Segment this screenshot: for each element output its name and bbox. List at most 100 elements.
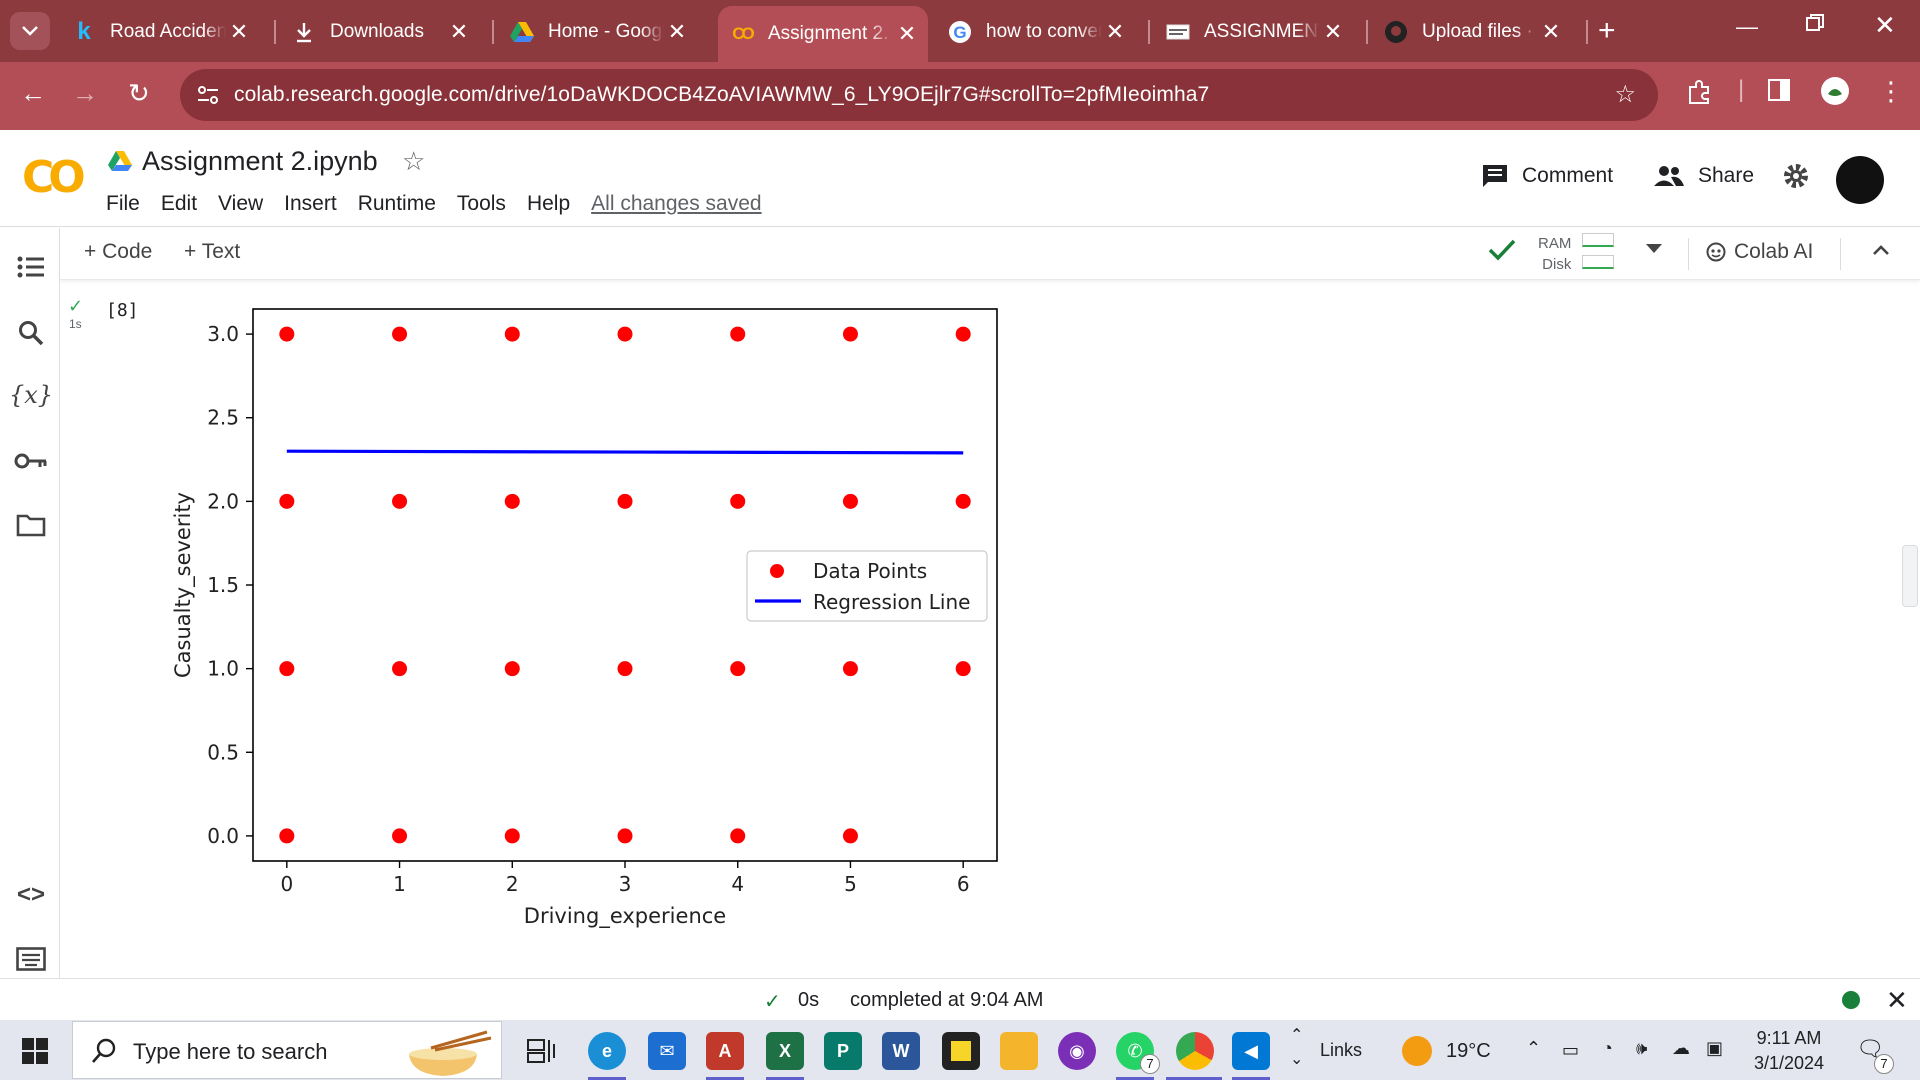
mail-icon[interactable]: ✉ [648,1032,686,1070]
omnibox[interactable]: colab.research.google.com/drive/1oDaWKDO… [180,69,1658,121]
data-point [730,326,746,342]
share-button[interactable]: Share [1654,164,1754,188]
close-status-icon[interactable]: ✕ [1886,985,1908,1016]
edge-browser-icon[interactable]: e [588,1032,626,1070]
close-tab-icon[interactable]: ✕ [1102,19,1128,45]
add-code-button[interactable]: + Code [84,240,152,264]
comment-button[interactable]: Comment [1482,164,1613,188]
battery-icon[interactable]: ▭ [1562,1040,1579,1061]
colab-ai-button[interactable]: Colab AI [1706,240,1813,264]
access-icon[interactable]: A [706,1032,744,1070]
menu-edit[interactable]: Edit [161,192,197,216]
bookmark-star-icon[interactable]: ☆ [1614,80,1636,109]
clock-time: 9:11 AM [1756,1028,1822,1048]
browser-menu-icon[interactable]: ⋮ [1878,76,1904,107]
minimize-button[interactable]: — [1736,14,1758,40]
meet-now-icon[interactable]: ▣ [1706,1038,1723,1059]
profile-avatar[interactable] [1820,76,1850,106]
close-tab-icon[interactable]: ✕ [1538,19,1564,45]
menu-file[interactable]: File [106,192,140,216]
onedrive-icon[interactable]: ☁ [1672,1038,1690,1059]
chrome-icon[interactable] [1176,1032,1214,1070]
menu-tools[interactable]: Tools [457,192,506,216]
tab-assignment-2[interactable]: CO Assignment 2. ✕ [718,6,928,62]
menu-runtime[interactable]: Runtime [358,192,436,216]
tab-upload-files[interactable]: Upload files · ✕ [1372,10,1572,54]
whatsapp-badge: 7 [1140,1054,1160,1074]
table-of-contents-icon[interactable] [14,250,48,284]
tab-how-to-convert[interactable]: G how to conver ✕ [936,10,1136,54]
menu-view[interactable]: View [218,192,263,216]
wifi-icon[interactable]: ◔ [1602,1038,1613,1059]
x-tick-label: 4 [731,872,744,896]
url-text[interactable]: colab.research.google.com/drive/1oDaWKDO… [234,83,1209,107]
notebook-title[interactable]: Assignment 2.ipynb [142,146,378,177]
y-tick-label: 3.0 [207,322,239,346]
files-folder-icon[interactable] [14,508,48,542]
code-snippets-icon[interactable]: <> [14,878,48,912]
tab-assignment-doc[interactable]: ASSIGNMENT ✕ [1154,10,1354,54]
weather-temperature[interactable]: 19°C [1446,1040,1491,1063]
clock[interactable]: 9:11 AM 3/1/2024 [1754,1026,1824,1076]
search-icon[interactable] [14,316,48,350]
close-tab-icon[interactable]: ✕ [1320,19,1346,45]
reload-button[interactable]: ↻ [128,78,150,109]
vpn-app-icon[interactable]: ◉ [1058,1032,1096,1070]
collapse-header-icon[interactable] [1872,244,1890,256]
add-text-button[interactable]: + Text [184,240,240,264]
menu-insert[interactable]: Insert [284,192,337,216]
command-palette-icon[interactable] [14,942,48,976]
status-completed-text[interactable]: completed at 9:04 AM [850,989,1043,1012]
task-view-icon[interactable] [526,1038,556,1064]
browser-tab-bar: k Road Accident ✕ Downloads ✕ Home - Goo… [0,0,1920,62]
data-point [279,326,295,342]
menu-help[interactable]: Help [527,192,570,216]
site-info-icon[interactable] [194,81,222,109]
variables-icon[interactable]: {x} [9,378,53,412]
account-avatar[interactable] [1836,156,1884,204]
data-point [504,493,520,509]
save-status[interactable]: All changes saved [591,192,761,216]
vertical-scrollbar-thumb[interactable] [1902,545,1918,607]
tab-road-accident[interactable]: k Road Accident ✕ [60,10,260,54]
file-explorer-icon[interactable] [1000,1032,1038,1070]
show-hidden-icons-icon[interactable]: ⌃ [1526,1038,1541,1059]
colab-logo[interactable]: CO [22,152,86,203]
data-point [842,828,858,844]
vscode-icon[interactable]: ◀ [1232,1032,1270,1070]
toolbar-overflow-icon[interactable]: ⌃ ⌄ [1290,1024,1303,1072]
taskbar-search-box[interactable]: Type here to search [72,1021,502,1079]
extensions-icon[interactable] [1686,79,1712,105]
word-icon[interactable]: W [882,1032,920,1070]
back-button[interactable]: ← [20,78,46,109]
star-icon[interactable]: ☆ [402,146,425,177]
volume-icon[interactable]: 🕪 [1636,1038,1647,1059]
tab-google-drive[interactable]: Home - Googl ✕ [498,10,698,54]
new-tab-button[interactable]: + [1598,14,1616,48]
close-tab-icon[interactable]: ✕ [894,21,920,47]
excel-icon[interactable]: X [766,1032,804,1070]
runtime-dropdown-icon[interactable] [1646,244,1662,254]
connected-check-icon[interactable] [1488,238,1516,262]
window-close-button[interactable]: ✕ [1874,10,1896,41]
close-tab-icon[interactable]: ✕ [446,19,472,45]
weather-sun-icon[interactable] [1402,1036,1432,1066]
sticky-notes-icon[interactable] [942,1032,980,1070]
tab-search-button[interactable] [10,12,50,50]
publisher-icon[interactable]: P [824,1032,862,1070]
secrets-key-icon[interactable] [14,444,48,478]
settings-gear-icon[interactable] [1782,162,1810,190]
windows-start-icon[interactable] [22,1038,48,1064]
side-panel-icon[interactable] [1768,79,1790,101]
resource-monitor[interactable]: RAM Disk [1538,233,1571,275]
tab-downloads[interactable]: Downloads ✕ [280,10,480,54]
y-axis-label: Casualty_severity [171,492,196,678]
restore-button[interactable] [1806,14,1824,32]
cell-execution-count[interactable]: [8] [106,300,139,321]
close-tab-icon[interactable]: ✕ [226,19,252,45]
data-point [504,661,520,677]
google-drive-icon[interactable] [108,150,132,172]
forward-button[interactable]: → [72,78,98,109]
close-tab-icon[interactable]: ✕ [664,19,690,45]
links-label[interactable]: Links [1320,1040,1362,1061]
